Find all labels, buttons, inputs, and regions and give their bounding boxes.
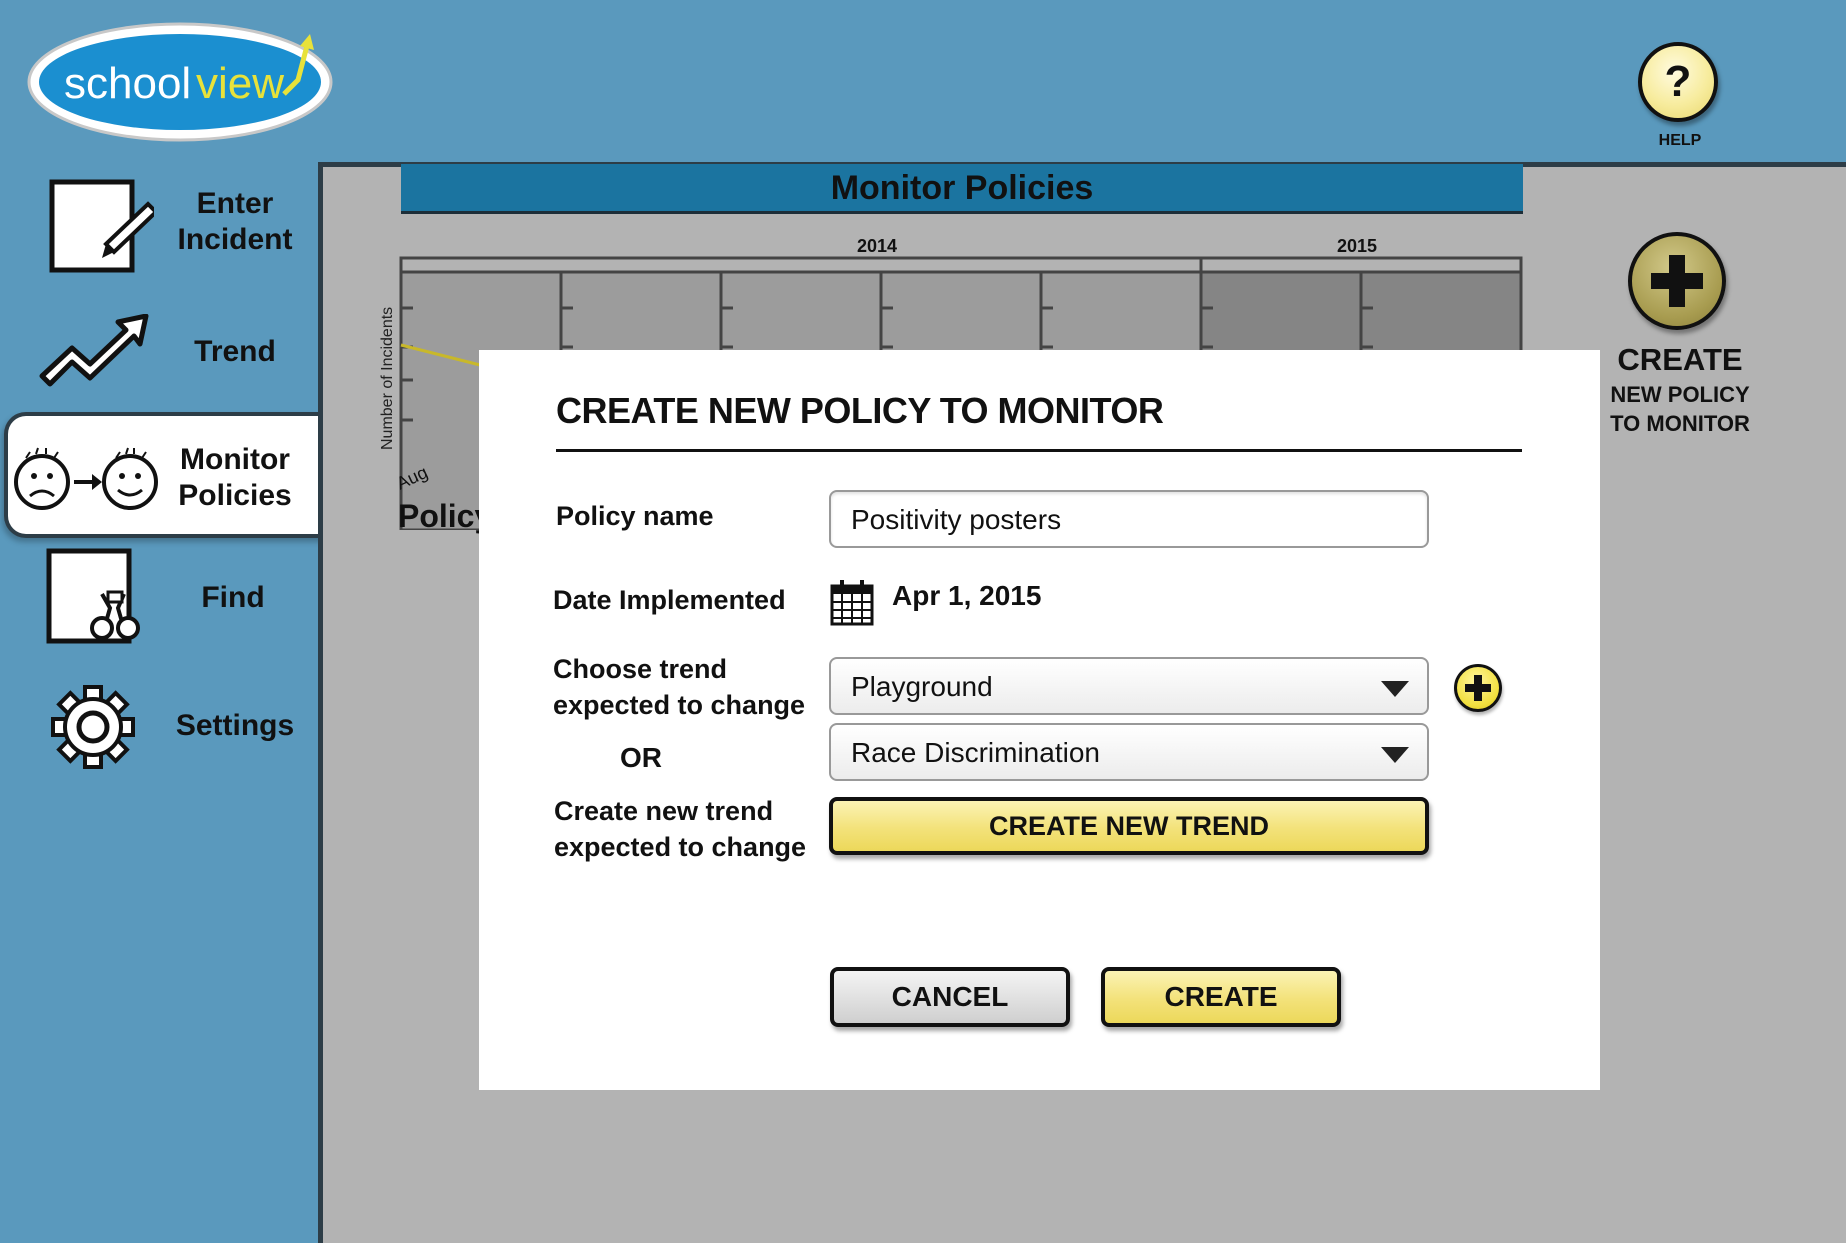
logo-text-view: view bbox=[196, 59, 284, 108]
sidebar-item-label: Policies bbox=[178, 479, 292, 512]
policy-name-input[interactable]: Positivity posters bbox=[829, 490, 1429, 548]
pencil-note-icon bbox=[49, 179, 154, 273]
plus-icon bbox=[1651, 255, 1703, 307]
trend-select-value: Playground bbox=[851, 671, 993, 702]
sidebar-item-label: Enter bbox=[196, 187, 274, 220]
choose-trend-label: Choose trend expected to change bbox=[553, 654, 806, 720]
or-label: OR bbox=[620, 742, 662, 773]
sad-to-happy-icon bbox=[14, 447, 158, 510]
chart-y-axis-label: Number of Incidents bbox=[379, 307, 396, 450]
chevron-down-icon bbox=[1381, 747, 1409, 763]
sidebar-item-enter-incident[interactable]: Enter Incident bbox=[0, 172, 320, 282]
sidebar-item-trend[interactable]: Trend bbox=[0, 300, 320, 400]
help-button[interactable]: ? bbox=[1638, 42, 1718, 122]
chart-year-label: 2014 bbox=[857, 236, 897, 256]
calendar-icon[interactable] bbox=[830, 578, 874, 626]
logo-text-school: school bbox=[64, 59, 191, 108]
policy-name-label: Policy name bbox=[556, 501, 714, 531]
sidebar-item-label: Settings bbox=[175, 709, 295, 742]
plus-icon bbox=[1465, 675, 1491, 701]
date-implemented-label: Date Implemented bbox=[553, 585, 786, 615]
create-button[interactable]: CREATE bbox=[1101, 967, 1341, 1027]
trend-select-2[interactable]: Race Discrimination bbox=[829, 723, 1429, 781]
trend-arrow-icon bbox=[39, 314, 149, 387]
sidebar-item-label: Trend bbox=[194, 335, 276, 368]
sidebar-item-label: Monitor bbox=[180, 443, 290, 476]
page-title: Monitor Policies bbox=[401, 164, 1523, 214]
add-trend-button[interactable] bbox=[1454, 664, 1502, 712]
help-label: HELP bbox=[1658, 132, 1702, 149]
schoolview-logo: school view bbox=[27, 22, 333, 142]
binoculars-icon bbox=[46, 548, 140, 644]
cancel-button[interactable]: CANCEL bbox=[830, 967, 1070, 1027]
create-new-trend-button[interactable]: CREATE NEW TREND bbox=[829, 797, 1429, 855]
create-new-policy-button[interactable] bbox=[1628, 232, 1726, 330]
sidebar-item-settings[interactable]: Settings bbox=[0, 680, 320, 780]
trend-select-value: Race Discrimination bbox=[851, 737, 1100, 768]
create-trend-label: Create new trend expected to change bbox=[554, 796, 807, 862]
sidebar-item-label: Incident bbox=[177, 223, 293, 256]
sidebar-item-monitor-policies[interactable]: Monitor Policies bbox=[0, 420, 320, 532]
trend-select-1[interactable]: Playground bbox=[829, 657, 1429, 715]
chevron-down-icon bbox=[1381, 681, 1409, 697]
question-mark-icon: ? bbox=[1664, 57, 1692, 106]
dialog-title-divider bbox=[556, 449, 1522, 452]
gear-icon bbox=[51, 685, 135, 769]
sidebar-item-find[interactable]: Find bbox=[0, 548, 320, 648]
dialog-title: CREATE NEW POLICY TO MONITOR bbox=[556, 390, 1164, 431]
sidebar-item-label: Find bbox=[201, 581, 265, 614]
chart-year-label: 2015 bbox=[1337, 236, 1377, 256]
date-implemented-value[interactable]: Apr 1, 2015 bbox=[892, 578, 1041, 614]
